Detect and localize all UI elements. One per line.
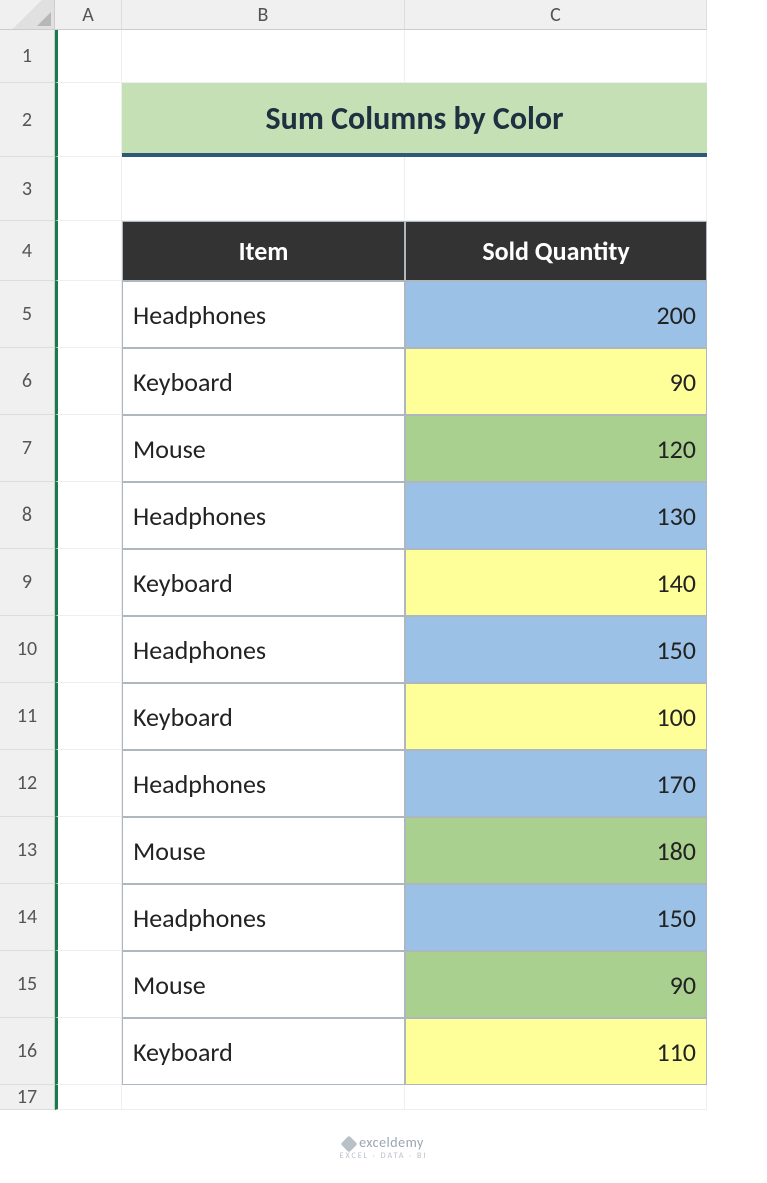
qty-cell[interactable]: 110 bbox=[405, 1018, 707, 1085]
qty-cell[interactable]: 120 bbox=[405, 415, 707, 482]
row-head-13[interactable]: 13 bbox=[0, 817, 55, 884]
qty-cell[interactable]: 200 bbox=[405, 281, 707, 348]
qty-cell[interactable]: 140 bbox=[405, 549, 707, 616]
cell-A2[interactable] bbox=[55, 83, 122, 157]
cell-A11[interactable] bbox=[55, 683, 122, 750]
qty-cell[interactable]: 180 bbox=[405, 817, 707, 884]
qty-cell[interactable]: 90 bbox=[405, 348, 707, 415]
qty-cell[interactable]: 100 bbox=[405, 683, 707, 750]
item-cell[interactable]: Headphones bbox=[122, 750, 405, 817]
row-head-9[interactable]: 9 bbox=[0, 549, 55, 616]
item-cell[interactable]: Mouse bbox=[122, 415, 405, 482]
watermark: exceldemy EXCEL · DATA · BI bbox=[0, 1134, 767, 1161]
page-title: Sum Columns by Color bbox=[122, 83, 707, 157]
cell-A12[interactable] bbox=[55, 750, 122, 817]
cell-A4[interactable] bbox=[55, 221, 122, 281]
header-qty: Sold Quantity bbox=[405, 221, 707, 281]
cell-C17[interactable] bbox=[405, 1085, 707, 1110]
qty-cell[interactable]: 150 bbox=[405, 884, 707, 951]
cell-A16[interactable] bbox=[55, 1018, 122, 1085]
watermark-subtext: EXCEL · DATA · BI bbox=[0, 1151, 767, 1161]
select-all-corner[interactable] bbox=[0, 0, 55, 30]
item-cell[interactable]: Mouse bbox=[122, 951, 405, 1018]
item-cell[interactable]: Keyboard bbox=[122, 549, 405, 616]
row-head-10[interactable]: 10 bbox=[0, 616, 55, 683]
header-item: Item bbox=[122, 221, 405, 281]
row-head-5[interactable]: 5 bbox=[0, 281, 55, 348]
col-head-A[interactable]: A bbox=[55, 0, 122, 30]
cell-B1[interactable] bbox=[122, 30, 405, 83]
cell-B17[interactable] bbox=[122, 1085, 405, 1110]
row-head-8[interactable]: 8 bbox=[0, 482, 55, 549]
cell-A5[interactable] bbox=[55, 281, 122, 348]
cell-B3[interactable] bbox=[122, 157, 405, 221]
cell-A6[interactable] bbox=[55, 348, 122, 415]
watermark-text: exceldemy bbox=[359, 1134, 424, 1151]
item-cell[interactable]: Keyboard bbox=[122, 348, 405, 415]
row-head-1[interactable]: 1 bbox=[0, 30, 55, 83]
qty-cell[interactable]: 130 bbox=[405, 482, 707, 549]
cell-C1[interactable] bbox=[405, 30, 707, 83]
cell-A7[interactable] bbox=[55, 415, 122, 482]
row-head-2[interactable]: 2 bbox=[0, 83, 55, 157]
col-head-C[interactable]: C bbox=[405, 0, 707, 30]
row-head-6[interactable]: 6 bbox=[0, 348, 55, 415]
cell-A1[interactable] bbox=[55, 30, 122, 83]
row-head-3[interactable]: 3 bbox=[0, 157, 55, 221]
cell-C3[interactable] bbox=[405, 157, 707, 221]
row-head-7[interactable]: 7 bbox=[0, 415, 55, 482]
qty-cell[interactable]: 90 bbox=[405, 951, 707, 1018]
item-cell[interactable]: Headphones bbox=[122, 482, 405, 549]
item-cell[interactable]: Keyboard bbox=[122, 1018, 405, 1085]
qty-cell[interactable]: 150 bbox=[405, 616, 707, 683]
row-head-11[interactable]: 11 bbox=[0, 683, 55, 750]
cell-A9[interactable] bbox=[55, 549, 122, 616]
col-head-B[interactable]: B bbox=[122, 0, 405, 30]
row-head-14[interactable]: 14 bbox=[0, 884, 55, 951]
item-cell[interactable]: Headphones bbox=[122, 884, 405, 951]
item-cell[interactable]: Headphones bbox=[122, 281, 405, 348]
qty-cell[interactable]: 170 bbox=[405, 750, 707, 817]
cell-A10[interactable] bbox=[55, 616, 122, 683]
item-cell[interactable]: Headphones bbox=[122, 616, 405, 683]
row-head-4[interactable]: 4 bbox=[0, 221, 55, 281]
item-cell[interactable]: Keyboard bbox=[122, 683, 405, 750]
cell-A15[interactable] bbox=[55, 951, 122, 1018]
cell-A13[interactable] bbox=[55, 817, 122, 884]
logo-icon bbox=[341, 1135, 358, 1152]
row-head-17[interactable]: 17 bbox=[0, 1085, 55, 1110]
cell-A14[interactable] bbox=[55, 884, 122, 951]
row-head-15[interactable]: 15 bbox=[0, 951, 55, 1018]
cell-A8[interactable] bbox=[55, 482, 122, 549]
row-head-16[interactable]: 16 bbox=[0, 1018, 55, 1085]
cell-A3[interactable] bbox=[55, 157, 122, 221]
item-cell[interactable]: Mouse bbox=[122, 817, 405, 884]
cell-A17[interactable] bbox=[55, 1085, 122, 1110]
row-head-12[interactable]: 12 bbox=[0, 750, 55, 817]
